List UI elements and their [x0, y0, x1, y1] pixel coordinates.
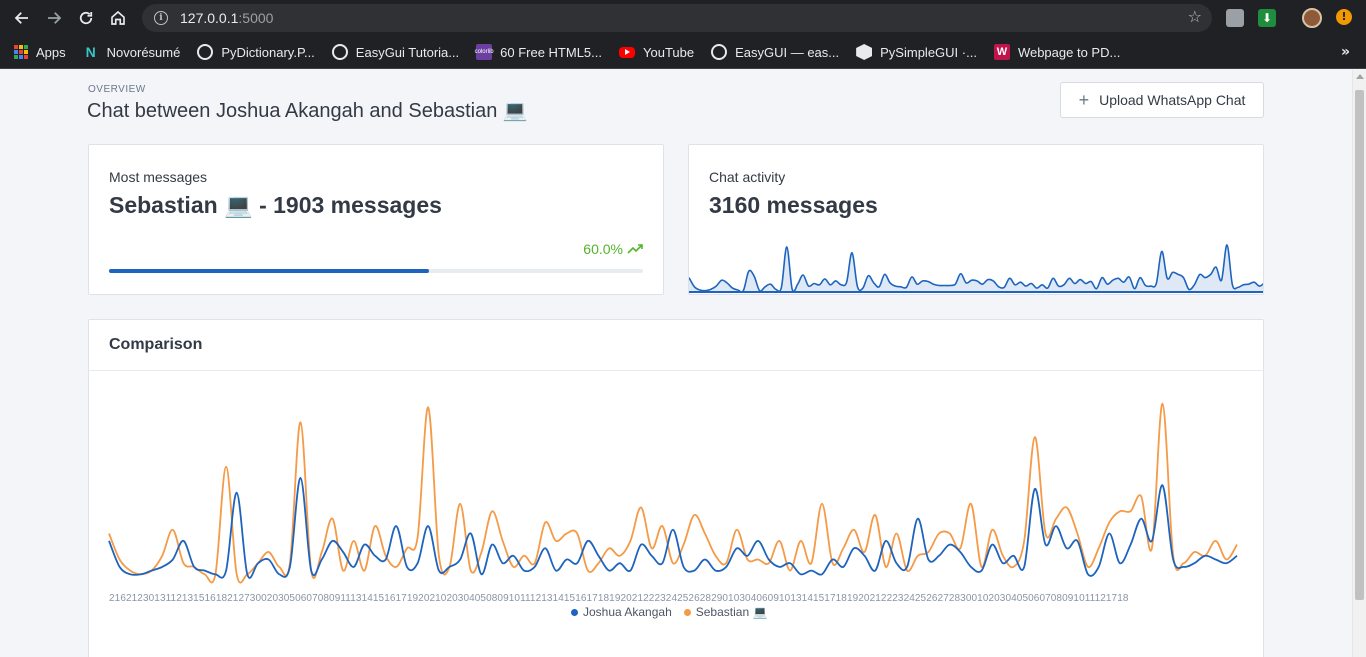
plus-icon: + [1078, 90, 1090, 110]
legend-item-joshua[interactable]: Joshua Akangah [571, 605, 672, 619]
address-bar[interactable]: i 127.0.0.1:5000 ☆ [142, 4, 1212, 32]
scroll-up-icon[interactable] [1356, 74, 1364, 79]
progress-bar [109, 269, 643, 273]
most-messages-label: Most messages [109, 169, 208, 185]
bookmark-label: EasyGUI — eas... [735, 44, 840, 60]
legend-label-sebastian: Sebastian 💻 [695, 605, 768, 619]
webpage-to-pdf-icon: W [993, 44, 1010, 60]
legend-item-sebastian[interactable]: Sebastian 💻 [683, 605, 768, 619]
bookmark-label: YouTube [643, 44, 695, 60]
pysimplegui-icon [856, 44, 873, 60]
bookmark-item[interactable]: colorlib 60 Free HTML5... [475, 44, 602, 60]
novoresume-icon: N [85, 44, 96, 60]
bookmark-star-icon[interactable]: ☆ [1188, 9, 1202, 25]
bookmark-item[interactable]: YouTube [619, 45, 694, 60]
upload-whatsapp-chat-button[interactable]: + Upload WhatsApp Chat [1060, 82, 1264, 118]
youtube-icon [619, 46, 635, 58]
scrollbar-thumb[interactable] [1355, 90, 1364, 600]
bookmark-item[interactable]: PySimpleGUI ·... [856, 44, 977, 60]
bookmark-label: PyDictionary.P... [221, 44, 315, 60]
bookmark-item[interactable]: N Novorésumé [83, 44, 181, 60]
url-text: 127.0.0.1:5000 [180, 10, 274, 26]
page-content: OVERVIEW Chat between Joshua Akangah and… [0, 70, 1352, 657]
bookmark-label: EasyGui Tutoria... [355, 44, 460, 60]
back-icon[interactable] [6, 2, 38, 34]
profile-avatar[interactable] [1302, 8, 1322, 28]
bookmark-label: Webpage to PD... [1017, 44, 1121, 60]
activity-sparkline [689, 244, 1263, 293]
legend-dot-icon [571, 608, 578, 616]
globe-icon [711, 44, 728, 60]
forward-icon[interactable] [38, 2, 70, 34]
bookmarks-overflow-icon[interactable]: » [1341, 44, 1350, 60]
browser-toolbar: i 127.0.0.1:5000 ☆ ⬇ ! [0, 0, 1366, 36]
series-line-sebastian [108, 402, 1238, 584]
page-scrollbar[interactable] [1352, 70, 1366, 657]
trending-up-icon [627, 244, 643, 254]
update-alert-icon[interactable]: ! [1336, 9, 1352, 25]
comparison-card: Comparison 21621230131121315161821273002… [88, 319, 1264, 657]
site-info-icon[interactable]: i [154, 11, 168, 25]
sparkline-area [689, 244, 1263, 293]
most-messages-value: Sebastian 💻 - 1903 messages [109, 192, 442, 218]
bookmark-label: 60 Free HTML5... [500, 44, 602, 60]
globe-icon [197, 44, 214, 60]
download-extension-icon[interactable]: ⬇ [1258, 9, 1276, 27]
reload-icon[interactable] [70, 2, 102, 34]
home-icon[interactable] [102, 2, 134, 34]
legend-dot-icon [683, 608, 691, 616]
bookmark-label: Novorésumé [106, 44, 181, 60]
page-overline: OVERVIEW [88, 84, 146, 95]
globe-icon [331, 44, 348, 60]
chart-legend: Joshua Akangah Sebastian 💻 [571, 605, 779, 619]
upload-button-label: Upload WhatsApp Chat [1099, 92, 1246, 108]
apps-icon [14, 45, 28, 59]
chat-activity-card: Chat activity 3160 messages [688, 144, 1264, 295]
bookmark-item[interactable]: EasyGUI — eas... [711, 44, 839, 60]
chat-activity-value: 3160 messages [709, 192, 878, 218]
bookmark-label: PySimpleGUI ·... [880, 44, 977, 60]
progress-fill [109, 269, 430, 273]
legend-label-joshua: Joshua Akangah [583, 605, 672, 619]
trend-indicator: 60.0% [583, 241, 643, 257]
bookmark-item[interactable]: W Webpage to PD... [993, 44, 1121, 60]
colorlib-icon: colorlib [475, 44, 494, 60]
chat-activity-label: Chat activity [709, 169, 786, 185]
extension-icon[interactable] [1226, 9, 1244, 27]
bookmark-label: Apps [36, 44, 66, 60]
bookmark-item[interactable]: PyDictionary.P... [197, 44, 315, 60]
trend-percent: 60.0% [583, 241, 623, 257]
bookmarks-bar: Apps N Novorésumé PyDictionary.P... EasyGui … [0, 36, 1366, 69]
most-messages-card: Most messages Sebastian 💻 - 1903 message… [88, 144, 664, 295]
page-title: Chat between Joshua Akangah and Sebastia… [87, 100, 528, 122]
comparison-title: Comparison [89, 320, 1263, 371]
bookmark-item[interactable]: EasyGui Tutoria... [331, 44, 460, 60]
bookmark-item[interactable]: Apps [14, 45, 66, 60]
